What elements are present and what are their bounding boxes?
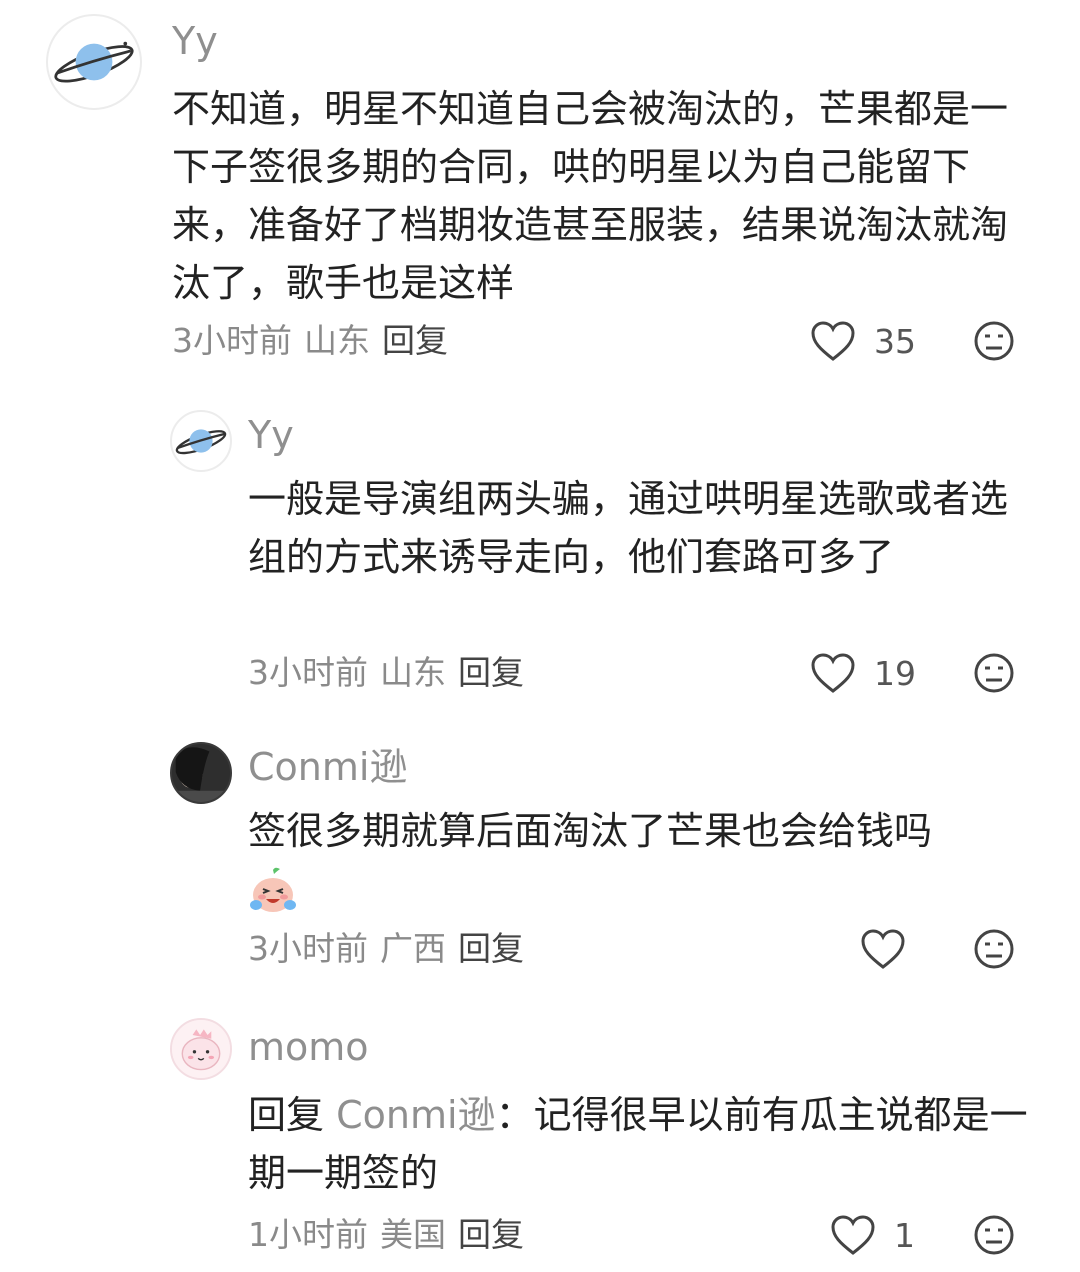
like-count: 1 [894,1215,915,1255]
comment-text: 回复 Conmi逊：记得很早以前有瓜主说都是一期一期签的 [248,1086,1028,1202]
timestamp: 3小时前 [248,653,368,692]
comment-meta: 3小时前 山东 回复 [248,656,536,689]
comment-item: Yy 不知道，明星不知道自己会被淘汰的，芒果都是一下子签很多期的合同，哄的明星以… [0,0,1080,370]
like-button[interactable]: 35 [810,320,916,362]
location: 山东 [304,321,370,360]
username[interactable]: momo [248,1028,369,1066]
comment-meta: 3小时前 广西 回复 [248,932,536,965]
user-photo-avatar [172,744,230,802]
dislike-button[interactable] [973,652,1015,694]
heart-outline-icon [861,929,905,969]
like-button[interactable] [860,928,924,970]
reply-button[interactable]: 回复 [458,653,524,692]
timestamp: 3小时前 [248,929,368,968]
crying-laughing-emoji [248,867,298,917]
reply-item: momo 回复 Conmi逊：记得很早以前有瓜主说都是一期一期签的 1小时前 美国… [0,1008,1080,1272]
user-avatar[interactable] [170,410,232,472]
reply-button[interactable]: 回复 [458,929,524,968]
comment-text: 一般是导演组两头骗，通过哄明星选歌或者选组的方式来诱导走向，他们套路可多了 [248,477,1009,579]
planet-icon [54,41,134,83]
meh-face-icon [974,653,1014,693]
reply-button[interactable]: 回复 [382,321,448,360]
dislike-button[interactable] [973,320,1015,362]
reply-item: Conmi逊 签很多期就算后面淘汰了芒果也会给钱吗 3小时前 广西 回复 [0,730,1080,1000]
comment-text: 不知道，明星不知道自己会被淘汰的，芒果都是一下子签很多期的合同，哄的明星以为自己… [172,87,1009,305]
like-button[interactable]: 19 [810,652,916,694]
reply-button[interactable]: 回复 [458,1215,524,1254]
timestamp: 3小时前 [172,321,292,360]
location: 美国 [380,1215,446,1254]
dislike-button[interactable] [973,1214,1015,1256]
like-count: 35 [874,321,916,361]
heart-outline-icon [811,321,855,361]
comment-meta: 3小时前 山东 回复 [172,324,460,357]
user-avatar[interactable] [46,14,142,110]
reply-item: Yy 一般是导演组两头骗，通过哄明星选歌或者选组的方式来诱导走向，他们套路可多了… [0,400,1080,710]
mention-colon: ： [495,1093,534,1137]
comment-text-content: 签很多期就算后面淘汰了芒果也会给钱吗 [248,809,933,853]
heart-outline-icon [811,653,855,693]
like-count: 19 [874,653,916,693]
comment-text: 签很多期就算后面淘汰了芒果也会给钱吗 [248,802,1018,918]
location: 山东 [380,653,446,692]
comment-meta: 1小时前 美国 回复 [248,1218,536,1251]
crying-laughing-emoji-icon [250,867,296,912]
meh-face-icon [974,929,1014,969]
timestamp: 1小时前 [248,1215,368,1254]
username[interactable]: Yy [172,22,218,60]
username[interactable]: Yy [248,416,294,454]
dislike-button[interactable] [973,928,1015,970]
meh-face-icon [974,321,1014,361]
like-button[interactable]: 1 [830,1214,915,1256]
location: 广西 [380,929,446,968]
cartoon-dino-avatar [172,1020,230,1078]
username[interactable]: Conmi逊 [248,748,407,786]
reply-prefix: 回复 [248,1093,325,1137]
user-avatar[interactable] [170,1018,232,1080]
planet-icon [175,429,227,455]
user-avatar[interactable] [170,742,232,804]
heart-outline-icon [831,1215,875,1255]
mention-link[interactable]: Conmi逊 [336,1093,495,1137]
meh-face-icon [974,1215,1014,1255]
